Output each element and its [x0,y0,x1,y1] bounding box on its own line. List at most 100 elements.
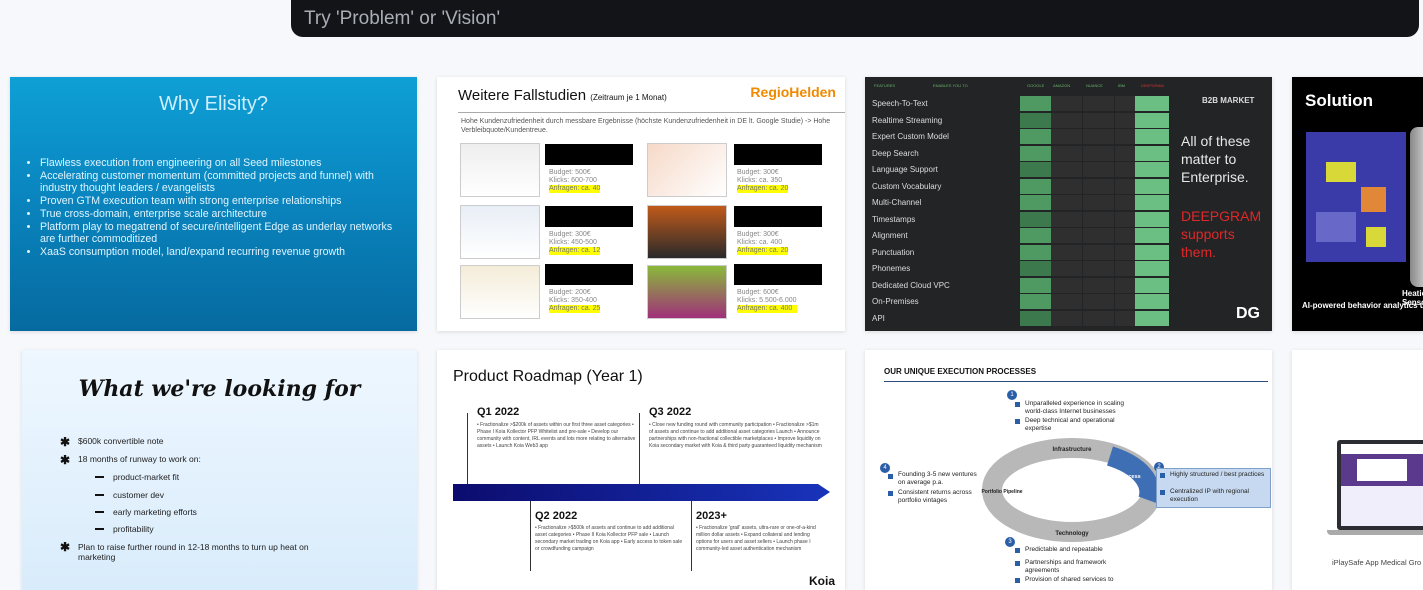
list-item: $600k convertible note [78,436,164,446]
feature-cell [1135,195,1169,210]
timeline-connector [639,413,640,485]
feature-cell [1020,162,1051,177]
bullet-star: ✱ [60,540,71,554]
list-item: Plan to raise further round in 12-18 mon… [78,542,309,562]
list-item: Unparalleled experience in scaling world… [1025,400,1125,415]
case-stats: Budget: 500€ Klicks: 600-700 Anfragen: c… [549,169,601,193]
bullet-square [1015,548,1020,553]
bullet-item: Platform play to megatrend of secure/int… [40,221,410,245]
case-budget: Budget: 300€ [549,231,591,238]
case-budget: Budget: 600€ [737,289,779,296]
list-item: Deep technical and operational expertise [1025,417,1115,432]
list-item: profitability [113,524,154,534]
feature-row-label: Language Support [872,165,938,174]
bullet-dash [95,476,104,478]
step-number: 3 [1005,537,1015,547]
feature-cell [1135,294,1169,309]
feature-cell [1051,261,1082,276]
slide-title: Weitere Fallstudien (Zeitraum je 1 Monat… [458,87,667,104]
feature-cell [1051,129,1082,144]
case-thumbnail [460,143,540,197]
feature-row-label: Punctuation [872,247,915,257]
feature-row-label: Custom Vocabulary [872,181,942,191]
feature-cell [1083,228,1114,243]
feature-cell [1083,261,1114,276]
ring-label: Portfolio Pipeline [981,489,1022,495]
slide-card-deepgram[interactable]: FEATURES ENABLES YOU TO GOOGLE AMAZON NU… [865,77,1272,331]
case-clicks: Klicks: 450-500 [549,239,597,246]
case-thumbnail [460,205,540,259]
timeline-connector [530,501,531,571]
process-ring: Infrastructure Process Technology Portfo… [981,438,1162,542]
feature-cell [1135,178,1169,194]
bullet-item: Proven GTM execution team with strong en… [40,195,410,207]
redacted-block [734,264,822,285]
bullet-item: XaaS consumption model, land/expand recu… [40,246,410,258]
feature-cell [1135,277,1169,293]
feature-cell [1135,145,1169,161]
feature-cell [1020,244,1051,260]
quarter-details: • Fractionalize >$500k of assets and con… [535,525,683,552]
feature-cell [1051,145,1082,161]
feature-row-label: On-Premises [872,297,919,306]
feature-cell [1020,310,1051,326]
bullet-star: ✱ [60,453,71,467]
search-input[interactable] [291,0,1419,37]
feature-cell [1020,294,1051,309]
feature-cell [1083,162,1114,177]
slide-card-execution[interactable]: OUR UNIQUE EXECUTION PROCESSES 1 Unparal… [865,350,1272,590]
slide-title: Why Elisity? [159,93,268,115]
redacted-block [734,206,822,227]
slide-caption: AI-powered behavior analytics using [1302,301,1423,310]
bullet-square [1015,578,1020,583]
feature-cell [1051,178,1082,194]
feature-cell [1020,195,1051,210]
case-clicks: Klicks: ca. 350 [737,177,783,184]
slide-title-note: (Zeitraum je 1 Monat) [590,93,667,102]
market-label: B2B MARKET [1202,96,1255,105]
case-requests: Anfragen: ca. 25 [549,305,601,313]
slide-subtitle: Hohe Kundenzufriedenheit durch messbare … [461,118,831,134]
redacted-block [545,144,633,165]
list-item: product-market fit [113,472,180,482]
quarter-details: • Fractionalize >$200k of assets within … [477,422,636,449]
feature-cell [1020,96,1051,111]
feature-cell [1051,310,1082,326]
feature-cell [1083,195,1114,210]
case-budget: Budget: 300€ [737,231,779,238]
slide-card-iplaysafe[interactable]: iPlaySafe App Medical Gro [1292,350,1423,590]
feature-cell [1083,294,1114,309]
ring-label: Infrastructure [1052,447,1092,453]
slide-card-looking-for[interactable]: What we're looking for ✱ $600k convertib… [22,350,417,590]
side-text: All of these matter to Enterprise. [1181,133,1251,185]
bullet-square [888,474,893,479]
column-header: GOOGLE [1027,83,1045,88]
bullet-item: Accelerating customer momentum (committe… [40,170,410,194]
search-bar[interactable] [291,0,1419,37]
case-stats: Budget: 300€ Klicks: ca. 400 Anfragen: c… [737,231,789,255]
case-clicks: Klicks: 5.500-6.000 [737,297,797,304]
laptop-display [1341,444,1423,526]
slide-card-roadmap[interactable]: Product Roadmap (Year 1) Q1 2022 • Fract… [437,350,845,590]
case-stats: Budget: 200€ Klicks: 350-400 Anfragen: c… [549,289,601,313]
bullet-dash [95,528,104,530]
timeline-connector [467,413,468,485]
slide-card-heatic[interactable]: Solution Heatic™ Sensor AI-powered behav… [1292,77,1423,331]
case-clicks: Klicks: 600-700 [549,177,597,184]
slide-card-regiohelden[interactable]: Weitere Fallstudien (Zeitraum je 1 Monat… [437,77,845,331]
feature-cell [1051,195,1082,210]
feature-cell [1051,211,1082,227]
case-budget: Budget: 500€ [549,169,591,176]
feature-row-label: Realtime Streaming [872,115,943,125]
divider [884,381,1268,382]
slide-card-elisity[interactable]: Why Elisity? Flawless execution from eng… [10,77,417,331]
feature-cell [1135,244,1169,260]
bullet-square [888,491,893,496]
feature-cell [1020,211,1051,227]
column-header: DEEPGRAM [1141,83,1164,88]
feature-cell [1083,129,1114,144]
quarter-label: 2023+ [696,510,727,522]
feature-cell [1020,178,1051,194]
app-header [1341,444,1423,454]
list-item: Predictable and repeatable [1025,546,1103,553]
